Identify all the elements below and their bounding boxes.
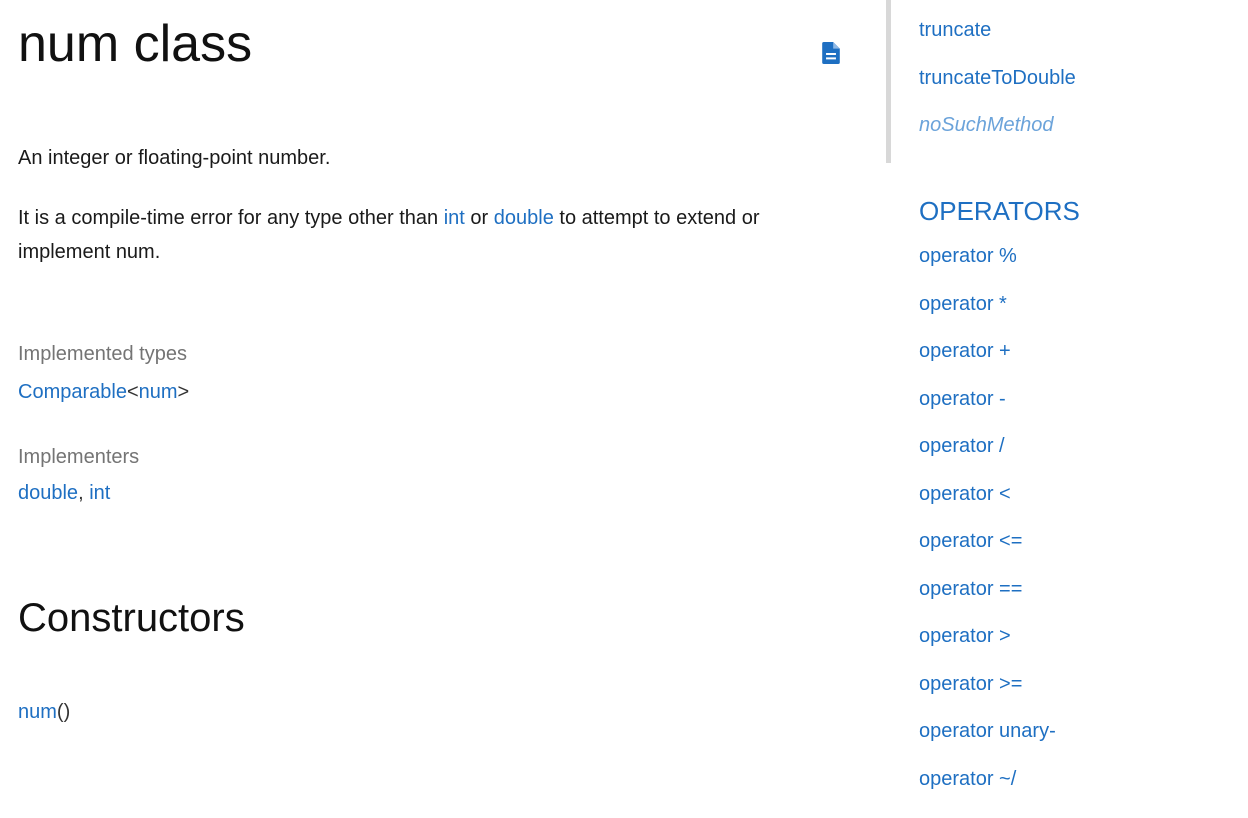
constructors-heading: Constructors [18,596,245,640]
implemented-types-value: Comparable<num> [18,381,189,404]
num-type-link[interactable]: num [139,381,178,403]
implementer-link-int[interactable]: int [89,482,110,504]
list-item: noSuchMethod [919,113,1076,161]
type-bracket-close: > [177,381,190,403]
sidebar-operator-truncating-divide[interactable]: operator ~/ [919,768,1016,790]
list-item: operator * [919,292,1056,340]
list-item: operator == [919,577,1056,625]
int-link[interactable]: int [444,207,465,229]
sidebar-operator-multiply[interactable]: operator * [919,293,1007,315]
list-item: operator < [919,482,1056,530]
operators-heading[interactable]: OPERATORS [919,196,1080,227]
sidebar-operator-greater-equal[interactable]: operator >= [919,673,1022,695]
description-text: or [464,207,494,229]
list-item: operator unary- [919,719,1056,767]
page-title: num class [18,15,253,73]
list-item: operator ~/ [919,767,1056,815]
main-content: num class An integer or floating-point n… [18,0,858,818]
list-item: operator / [919,434,1056,482]
sidebar-operator-modulo[interactable]: operator % [919,245,1017,267]
list-item: operator + [919,339,1056,387]
description-paragraph: An integer or floating-point number. [18,147,331,169]
constructor-entry: num() [18,701,70,724]
sidebar-operator-minus[interactable]: operator - [919,388,1006,410]
comparable-link[interactable]: Comparable [18,381,127,403]
list-item: operator - [919,387,1056,435]
list-item: operator <= [919,529,1056,577]
list-item: operator % [919,244,1056,292]
sidebar-operator-less-than[interactable]: operator < [919,483,1011,505]
type-bracket-open: < [126,381,139,403]
list-item: truncate [919,18,1076,66]
sidebar-method-truncate-to-double[interactable]: truncateToDouble [919,67,1076,89]
sidebar-operator-equals[interactable]: operator == [919,578,1022,600]
list-item: operator >= [919,672,1056,720]
sidebar-operator-unary-minus[interactable]: operator unary- [919,720,1056,742]
list-item: truncateToDouble [919,66,1076,114]
sidebar-divider [886,0,891,163]
methods-list: truncate truncateToDouble noSuchMethod [919,18,1076,161]
sidebar-method-truncate[interactable]: truncate [919,19,991,41]
double-link[interactable]: double [494,207,554,229]
constructor-link[interactable]: num [18,701,57,723]
implementer-link-double[interactable]: double [18,482,78,504]
list-item: operator > [919,624,1056,672]
sidebar-operator-greater-than[interactable]: operator > [919,625,1011,647]
sidebar-operator-less-equal[interactable]: operator <= [919,530,1022,552]
implementer-separator: , [78,482,90,504]
description-text: It is a compile-time error for any type … [18,207,444,229]
description-paragraph-2: It is a compile-time error for any type … [18,201,798,269]
sidebar-operator-divide[interactable]: operator / [919,435,1005,457]
implementers-value: double, int [18,482,110,505]
implementers-label: Implementers [18,446,140,468]
operators-list: operator % operator * operator + operato… [919,244,1056,814]
implemented-types-label: Implemented types [18,343,187,365]
sidebar-operator-plus[interactable]: operator + [919,340,1011,362]
constructor-parens: () [56,701,71,723]
sidebar-method-no-such-method[interactable]: noSuchMethod [919,114,1054,136]
document-icon[interactable] [822,42,840,64]
